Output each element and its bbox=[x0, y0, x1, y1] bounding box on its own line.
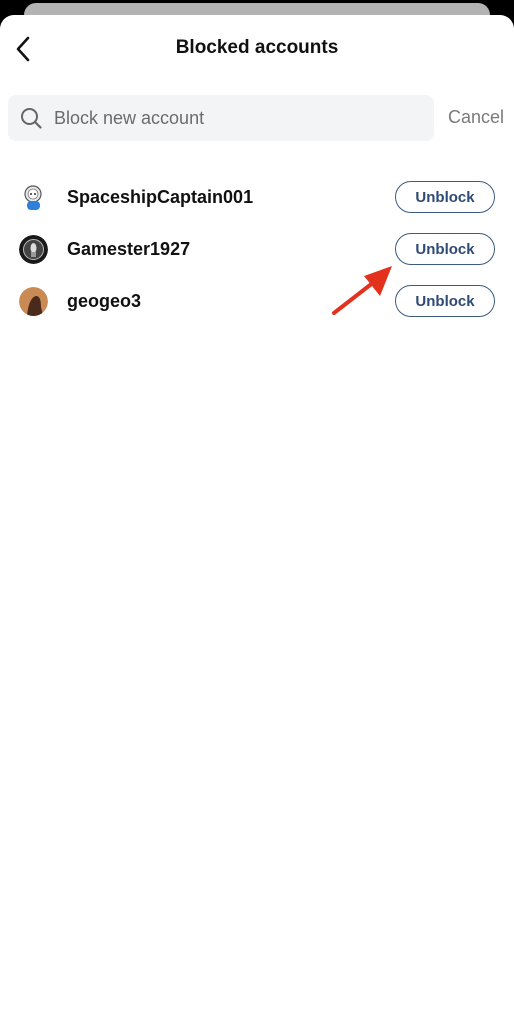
search-box[interactable] bbox=[8, 95, 434, 141]
username: SpaceshipCaptain001 bbox=[67, 186, 254, 207]
list-item: Gamester1927 Unblock bbox=[0, 223, 514, 275]
red-arrow-annotation-icon bbox=[332, 266, 392, 315]
list-item: geogeo3 Unblock bbox=[0, 275, 514, 327]
search-icon bbox=[21, 108, 42, 129]
avatar bbox=[19, 286, 48, 316]
blocked-accounts-sheet: Blocked accounts Cancel SpaceshipCa bbox=[0, 15, 514, 1024]
unblock-button[interactable]: Unblock bbox=[395, 285, 495, 317]
page-title: Blocked accounts bbox=[175, 37, 339, 58]
list-item: SpaceshipCaptain001 Unblock bbox=[0, 171, 514, 223]
unblock-button[interactable]: Unblock bbox=[395, 181, 495, 213]
search-input[interactable] bbox=[52, 106, 434, 130]
brown-photo-avatar-icon bbox=[19, 286, 48, 316]
cancel-button[interactable]: Cancel bbox=[448, 107, 504, 128]
unblock-button[interactable]: Unblock bbox=[395, 233, 495, 265]
avatar bbox=[19, 234, 48, 264]
username: Gamester1927 bbox=[67, 238, 191, 259]
dark-circular-avatar-icon bbox=[19, 234, 48, 264]
header: Blocked accounts bbox=[0, 15, 514, 83]
avatar bbox=[19, 182, 48, 212]
username: geogeo3 bbox=[67, 290, 142, 311]
snoo-astronaut-avatar-icon bbox=[19, 182, 48, 212]
search-row: Cancel bbox=[0, 95, 514, 143]
blocked-accounts-list: SpaceshipCaptain001 Unblock Gamester1927… bbox=[0, 171, 514, 327]
